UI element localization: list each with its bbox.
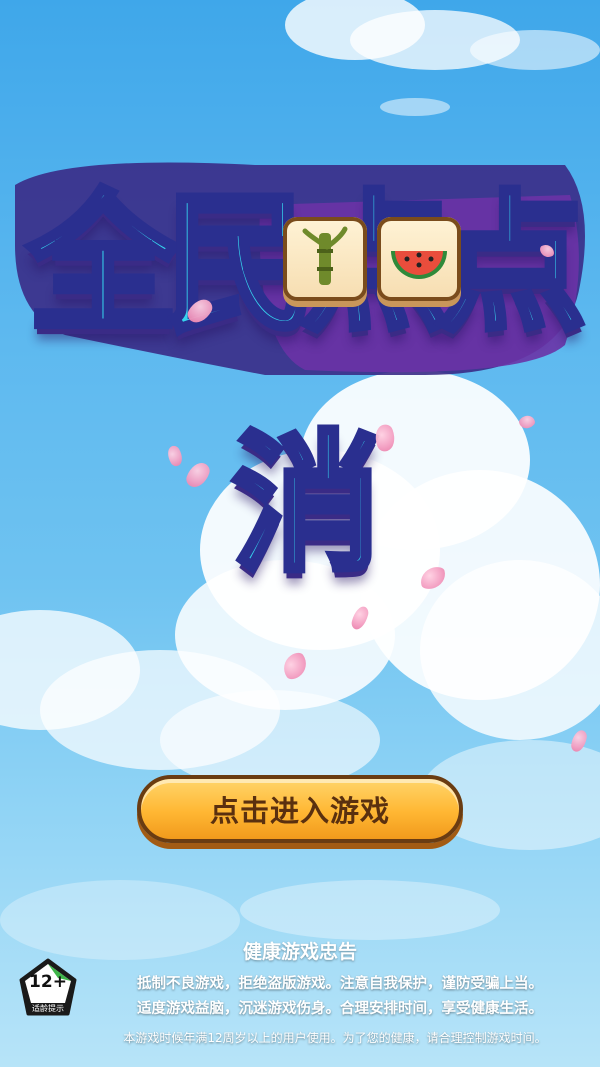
age-rating-value: 12+ — [29, 972, 67, 992]
watermelon-tile — [377, 217, 461, 301]
start-game-button[interactable]: 点击进入游戏 — [137, 775, 463, 843]
health-advisory-title: 健康游戏忠告 — [242, 941, 357, 963]
bamboo-tile — [283, 217, 367, 301]
bamboo-icon — [302, 226, 348, 285]
health-advisory-line: 适度游戏益脑，沉迷游戏伤身。合理安排时间，享受健康生活。 — [137, 1001, 543, 1017]
watermelon-icon — [391, 251, 447, 279]
age-rating-label: 适龄提示 — [32, 1004, 64, 1013]
age-usage-note: 本游戏时候年满12周岁以上的用户使用。为了您的健康，请合理控制游戏时间。 — [123, 1031, 547, 1045]
health-advisory-line: 抵制不良游戏，拒绝盗版游戏。注意自我保护，谨防受骗上当。 — [137, 976, 543, 992]
game-splash-screen: { "logo": { "title": "全民点点消", "tile_icon… — [0, 0, 600, 1067]
game-logo: 全民点点消 — [5, 145, 595, 595]
start-game-label: 点击进入游戏 — [209, 794, 390, 828]
age-rating-badge: 12+ 适龄提示 — [13, 958, 83, 1018]
